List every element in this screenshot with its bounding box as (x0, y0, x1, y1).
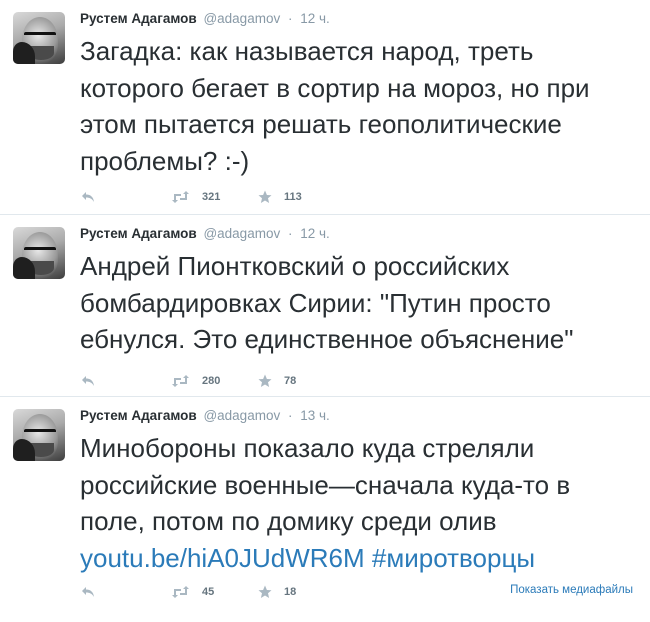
author-name[interactable]: Рустем Адагамов (80, 408, 197, 423)
reply-icon (81, 586, 95, 598)
tweet-text-body: Минобороны показало куда стреляли россий… (80, 433, 571, 536)
tweet-text: Минобороны показало куда стреляли россий… (80, 430, 640, 576)
favorite-button[interactable]: 113 (258, 187, 302, 207)
timestamp[interactable]: 12 ч. (300, 226, 330, 241)
retweet-icon (171, 375, 190, 387)
retweet-button[interactable]: 321 (171, 187, 220, 207)
separator-dot: · (287, 11, 293, 26)
show-media-link[interactable]: Показать медиафайлы (510, 584, 633, 596)
tweet-actions: 45 18 (0, 582, 340, 602)
favorite-count: 18 (284, 586, 297, 598)
reply-button[interactable] (81, 582, 95, 602)
avatar[interactable] (13, 409, 65, 461)
tweet[interactable]: Рустем Адагамов @adagamov · 12 ч. Загадк… (0, 0, 650, 215)
tweet-feed: Рустем Адагамов @adagamov · 12 ч. Загадк… (0, 0, 650, 622)
tweet-header: Рустем Адагамов @adagamov · 12 ч. (80, 226, 330, 241)
tweet-actions: 280 78 (0, 371, 340, 391)
author-handle[interactable]: @adagamov (203, 226, 280, 241)
retweet-button[interactable]: 280 (171, 371, 220, 391)
reply-button[interactable] (81, 371, 95, 391)
separator-dot: · (287, 226, 293, 241)
star-icon (258, 374, 272, 388)
author-handle[interactable]: @adagamov (203, 408, 280, 423)
reply-icon (81, 191, 95, 203)
timestamp[interactable]: 12 ч. (300, 11, 330, 26)
author-name[interactable]: Рустем Адагамов (80, 226, 197, 241)
separator-dot: · (287, 408, 293, 423)
star-icon (258, 585, 272, 599)
favorite-count: 113 (284, 191, 302, 203)
retweet-icon (171, 191, 190, 203)
tweet-header: Рустем Адагамов @adagamov · 12 ч. (80, 11, 330, 26)
favorite-count: 78 (284, 375, 297, 387)
retweet-count: 45 (202, 586, 215, 598)
tweet[interactable]: Рустем Адагамов @adagamov · 12 ч. Андрей… (0, 215, 650, 397)
retweet-count: 280 (202, 375, 221, 387)
tweet-link[interactable]: youtu.be/hiA0JUdWR6M (80, 543, 365, 573)
favorite-button[interactable]: 78 (258, 371, 296, 391)
tweet-actions: 321 113 (0, 187, 340, 207)
tweet-header: Рустем Адагамов @adagamov · 13 ч. (80, 408, 330, 423)
retweet-count: 321 (202, 191, 221, 203)
reply-button[interactable] (81, 187, 95, 207)
avatar[interactable] (13, 227, 65, 279)
favorite-button[interactable]: 18 (258, 582, 296, 602)
author-handle[interactable]: @adagamov (203, 11, 280, 26)
timestamp[interactable]: 13 ч. (300, 408, 330, 423)
hashtag-link[interactable]: #миротворцы (372, 543, 535, 573)
tweet[interactable]: Рустем Адагамов @adagamov · 13 ч. Минобо… (0, 397, 650, 622)
retweet-icon (171, 586, 190, 598)
reply-icon (81, 375, 95, 387)
retweet-button[interactable]: 45 (171, 582, 214, 602)
tweet-text: Загадка: как называется народ, треть кот… (80, 36, 590, 176)
avatar[interactable] (13, 12, 65, 64)
author-name[interactable]: Рустем Адагамов (80, 11, 197, 26)
tweet-text: Андрей Пионтковский о российских бомбард… (80, 251, 574, 354)
star-icon (258, 190, 272, 204)
